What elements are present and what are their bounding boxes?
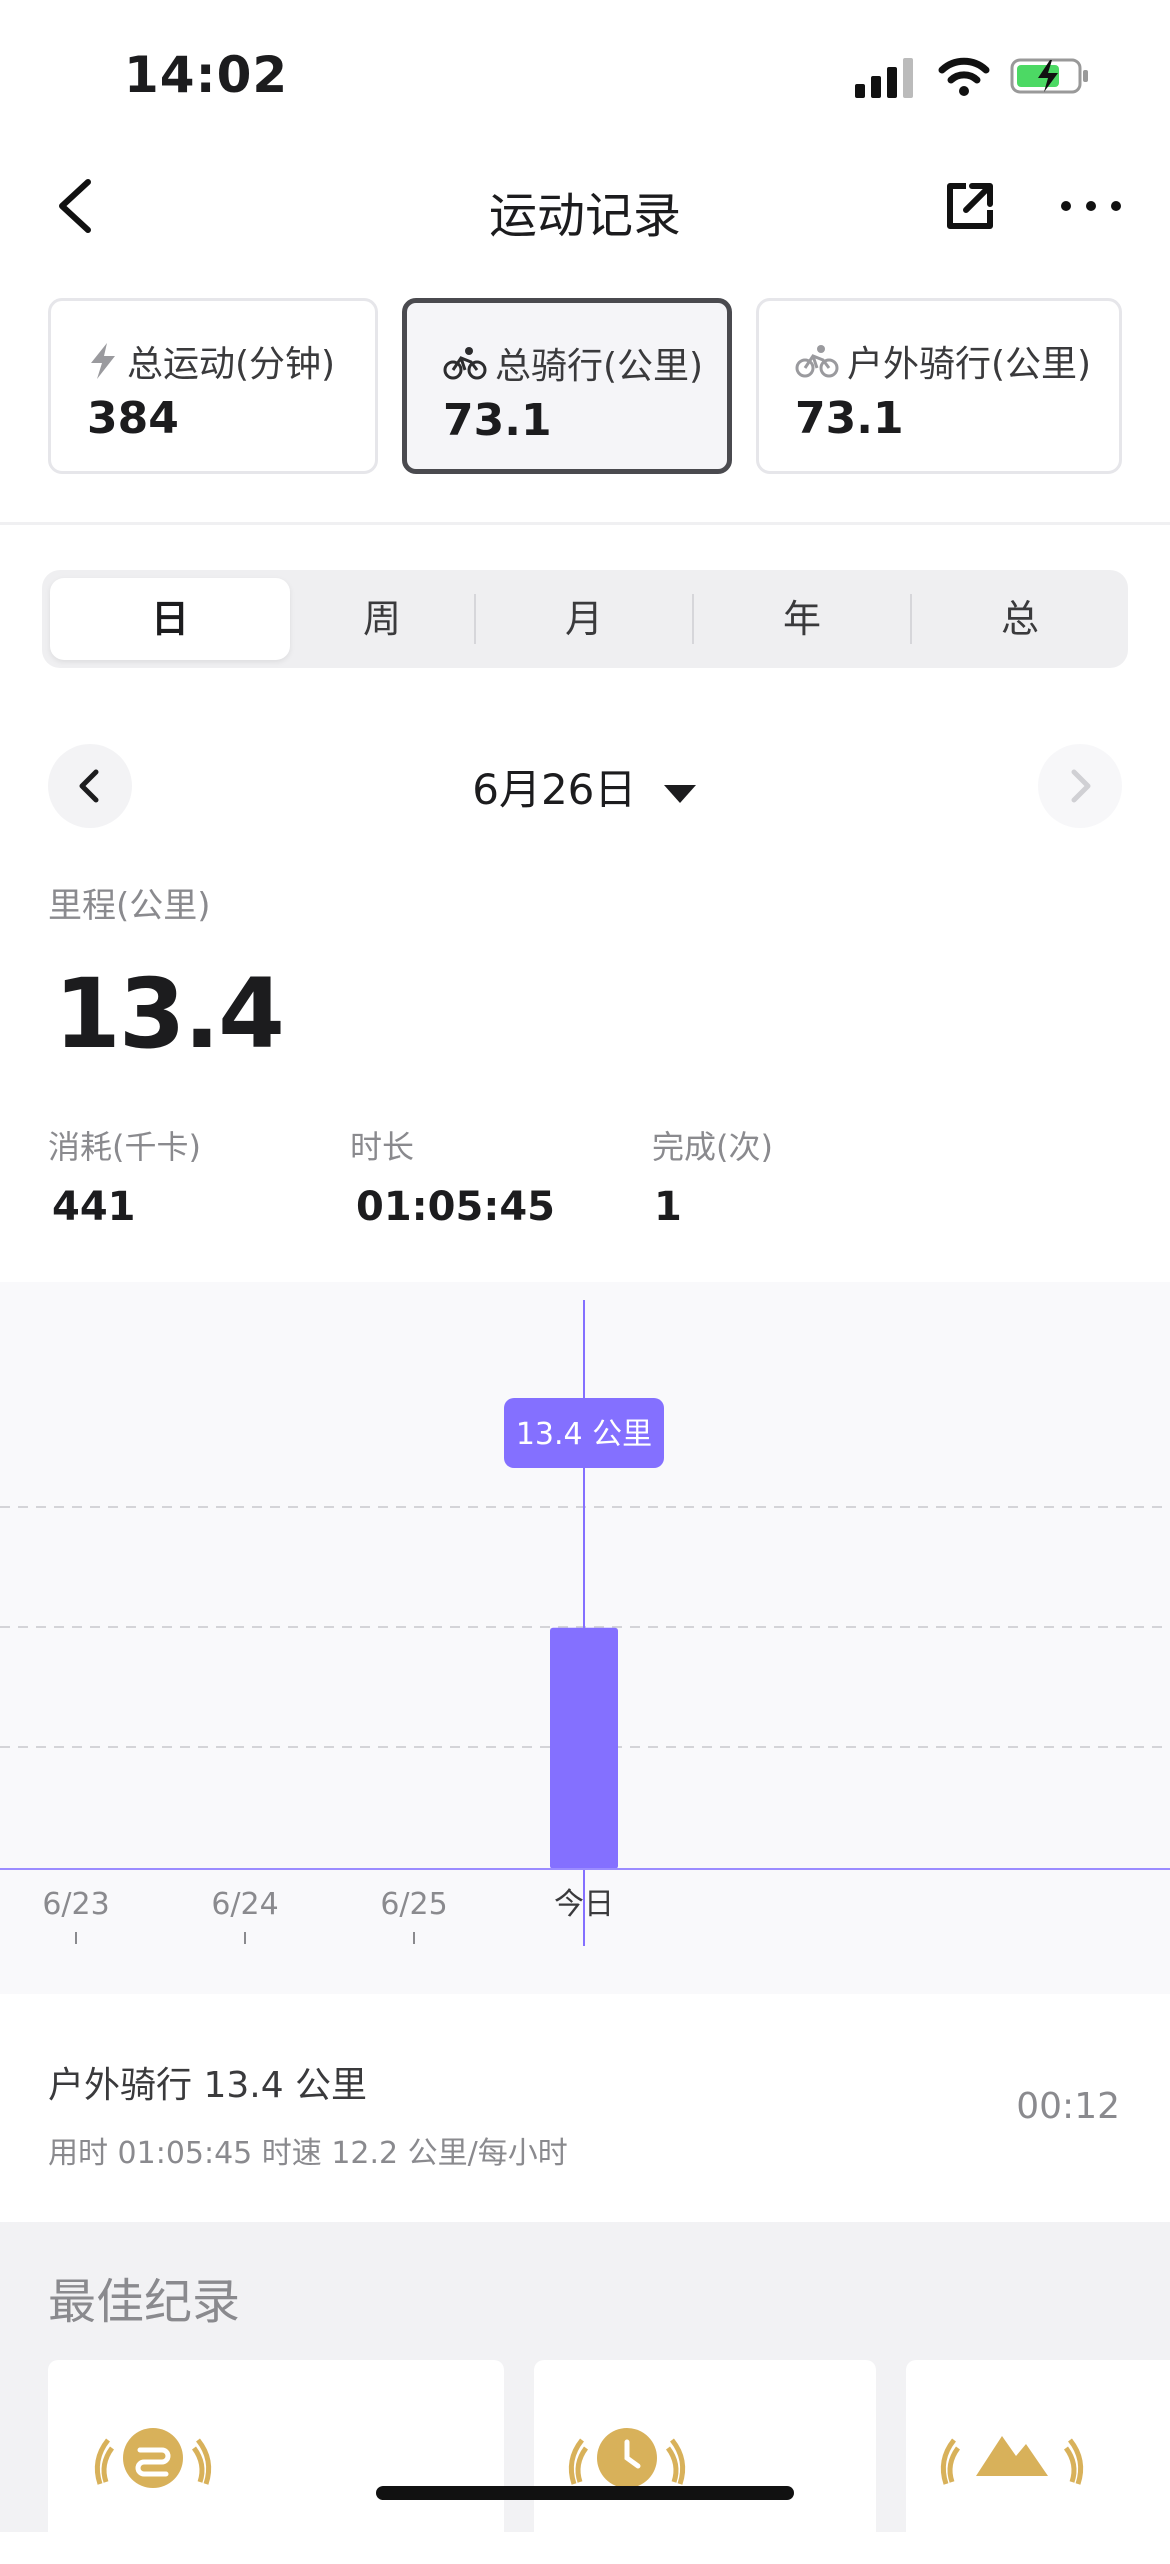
summary-card-total-exercise[interactable]: 总运动(分钟) 384	[48, 298, 378, 474]
tab-month[interactable]: 月	[476, 570, 692, 668]
best-record-card-elevation[interactable]	[906, 2360, 1170, 2560]
calories-value: 441	[52, 1184, 136, 1230]
route-medal-icon	[94, 2428, 212, 2488]
card-label: 总骑行(公里)	[495, 346, 704, 387]
bike-icon	[795, 345, 839, 378]
best-records-title: 最佳纪录	[48, 2274, 241, 2330]
date-label: 6月26日	[472, 765, 637, 814]
chevron-right-icon	[1071, 769, 1091, 803]
record-title[interactable]: 户外骑行 13.4 公里	[48, 2056, 367, 2108]
x-tick-label: 6/25	[380, 1887, 447, 1922]
duration-value: 01:05:45	[356, 1184, 555, 1230]
duration-label: 时长	[350, 1128, 415, 1166]
caret-down-icon	[663, 784, 696, 803]
record-subtitle: 用时 01:05:45 时速 12.2 公里/每小时	[48, 2136, 568, 2171]
calories-label: 消耗(千卡)	[48, 1128, 201, 1166]
card-value: 73.1	[443, 395, 552, 446]
mountain-medal-icon	[940, 2436, 1084, 2485]
date-picker[interactable]: 6月26日	[0, 756, 1170, 817]
record-time: 00:12	[1016, 2086, 1120, 2127]
period-segmented-control: 日 周 月 年 总	[42, 570, 1128, 668]
cellular-signal-icon	[855, 58, 913, 98]
card-label: 户外骑行(公里)	[847, 344, 1092, 385]
distance-label: 里程(公里)	[48, 886, 211, 926]
clock-medal-icon	[568, 2428, 686, 2488]
bike-icon	[443, 347, 487, 380]
summary-card-outdoor-cycling[interactable]: 户外骑行(公里) 73.1	[756, 298, 1122, 474]
card-value: 73.1	[795, 393, 904, 444]
tab-total[interactable]: 总	[912, 570, 1128, 668]
tab-week[interactable]: 周	[290, 570, 474, 668]
tab-year[interactable]: 年	[694, 570, 910, 668]
completed-value: 1	[654, 1184, 682, 1230]
wifi-icon	[938, 57, 990, 96]
home-indicator[interactable]	[376, 2486, 794, 2500]
status-time: 14:02	[124, 46, 289, 104]
completed-label: 完成(次)	[652, 1128, 773, 1166]
chart-canvas: 13.4 公里 6/23 6/24 6/25 今日	[0, 1300, 1170, 1946]
divider	[0, 522, 1170, 525]
tab-day[interactable]: 日	[50, 570, 290, 668]
bolt-icon	[91, 343, 115, 379]
chart-bar[interactable]	[550, 1627, 618, 1869]
share-icon[interactable]	[942, 178, 998, 234]
more-icon[interactable]	[1058, 196, 1124, 216]
chart-tooltip-label: 13.4 公里	[516, 1417, 652, 1452]
battery-charging-icon	[1010, 58, 1088, 94]
best-record-card-duration[interactable]	[534, 2360, 876, 2560]
distance-value: 13.4	[54, 958, 285, 1070]
x-tick-label: 今日	[554, 1887, 614, 1922]
next-date-button[interactable]	[1038, 744, 1122, 828]
x-tick-label: 6/23	[42, 1887, 109, 1922]
daily-distance-chart[interactable]: 13.4 公里 6/23 6/24 6/25 今日	[0, 1282, 1170, 1994]
best-record-card-distance[interactable]	[48, 2360, 504, 2560]
card-value: 384	[87, 393, 179, 444]
card-label: 总运动(分钟)	[127, 344, 336, 385]
summary-card-total-cycling[interactable]: 总骑行(公里) 73.1	[402, 298, 732, 474]
x-tick-label: 6/24	[211, 1887, 278, 1922]
